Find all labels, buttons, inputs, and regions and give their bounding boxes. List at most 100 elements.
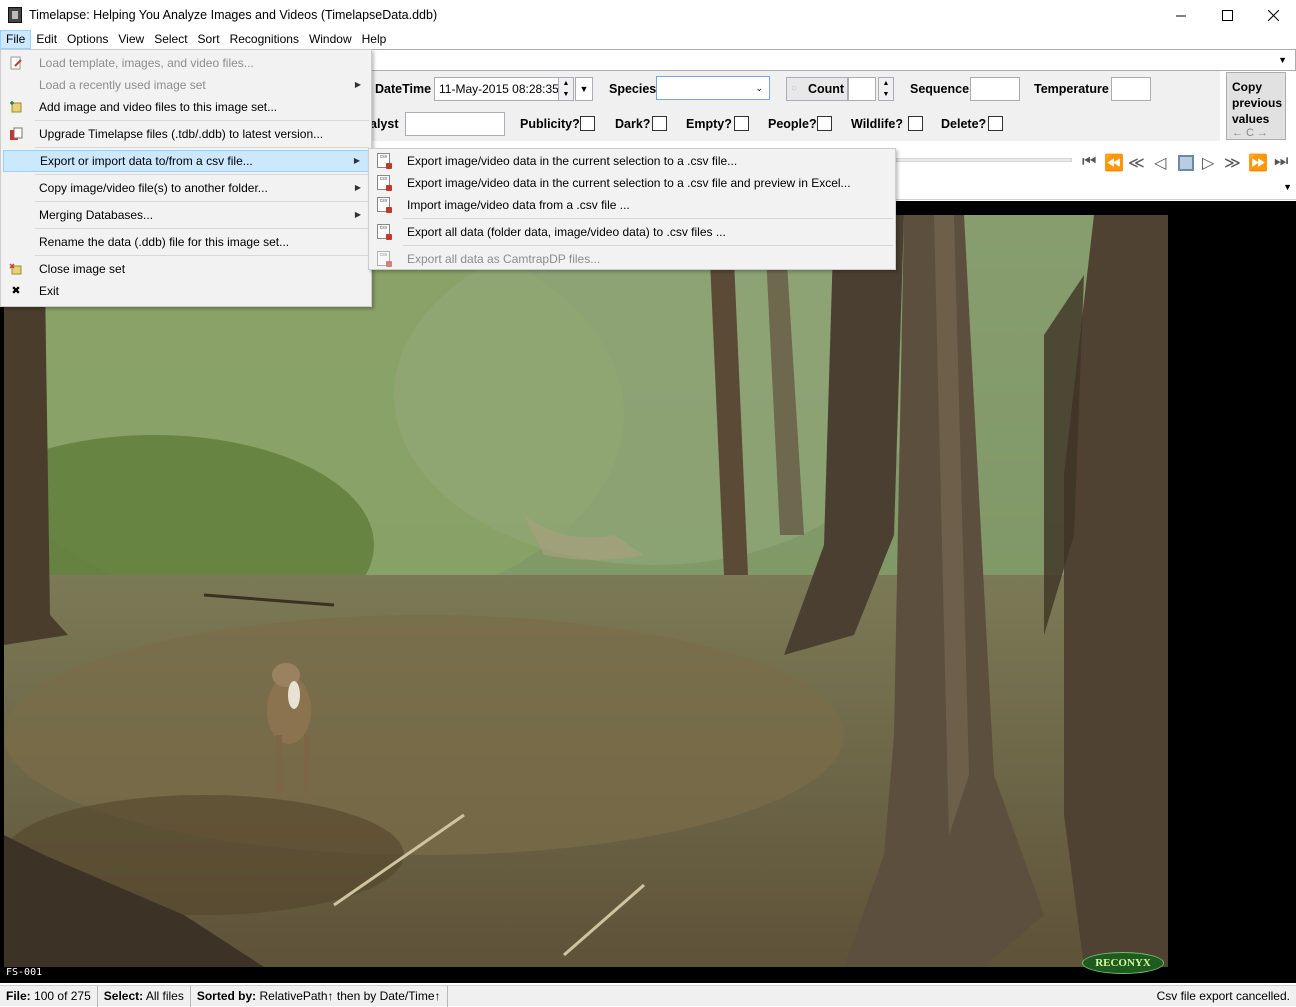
reconyx-logo: RECONYX [1082,952,1164,974]
close-set-icon [9,263,22,275]
page-back-icon[interactable]: ⏪ [1104,153,1124,173]
dark-checkbox[interactable] [652,116,667,131]
load-template-icon [10,56,22,70]
menu-window[interactable]: Window [304,30,357,49]
menu-sort[interactable]: Sort [193,30,225,49]
menu-item-label: Copy image/video file(s) to another fold… [39,181,268,195]
analyst-label: alyst [370,117,399,131]
file-index: 100 [34,988,55,1003]
menu-options[interactable]: Options [62,30,113,49]
sorted-label: Sorted by: [196,988,257,1003]
upgrade-icon [10,127,23,140]
menu-item-close-image-set[interactable]: Close image set [3,258,369,280]
menu-item-export-camtrapdp[interactable]: csv Export all data as CamtrapDP files..… [371,248,893,270]
submenu-arrow-icon: ▶ [354,210,361,219]
select-label: Select: [103,988,144,1003]
menu-item-export-import-csv[interactable]: Export or import data to/from a csv file… [3,150,369,172]
temperature-field[interactable] [1111,77,1151,101]
menu-separator [35,255,369,256]
menu-item-label: Exit [39,284,60,298]
file-slider[interactable] [896,158,1072,162]
csv-file-icon: csv [377,197,392,213]
menu-item-recent-image-set[interactable]: Load a recently used image set ▶ [3,74,369,96]
menu-edit[interactable]: Edit [31,30,62,49]
play-back-icon[interactable]: ◁ [1154,153,1166,173]
analyst-field[interactable] [405,112,505,136]
empty-checkbox[interactable] [734,116,749,131]
publicity-checkbox[interactable] [580,116,595,131]
menu-item-upgrade-files[interactable]: Upgrade Timelapse files (.tdb/.ddb) to l… [3,123,369,145]
controls-tab-strip: ▼ [370,49,1296,71]
chevron-down-icon[interactable]: ▼ [1278,55,1287,65]
minimize-icon [1175,15,1186,16]
close-button[interactable] [1250,0,1296,30]
menu-item-exit[interactable]: ✖ Exit [3,280,369,302]
copy-previous-values-button[interactable]: Copy previous values ← C → [1226,72,1286,140]
menu-separator [35,174,369,175]
image-viewer[interactable] [0,201,1296,983]
maximize-icon [1221,9,1233,21]
menu-item-merging-databases[interactable]: Merging Databases... ▶ [3,204,369,226]
menu-item-label: Export image/video data in the current s… [407,154,738,168]
file-total: 275 [70,988,91,1003]
menu-recognitions[interactable]: Recognitions [225,30,304,49]
menu-item-import-csv[interactable]: csv Import image/video data from a .csv … [371,194,893,216]
csv-file-icon: csv [377,251,392,267]
datetime-dropdown[interactable]: ▼ [575,77,593,101]
menu-item-label: Rename the data (.ddb) file for this ima… [39,235,290,249]
page-forward-icon[interactable]: ⏩ [1248,153,1268,173]
status-file-position: File: 100 of 275 [0,985,98,1007]
menu-item-label: Export all data (folder data, image/vide… [407,225,726,239]
delete-checkbox[interactable] [988,116,1003,131]
step-back-icon[interactable]: ≪ [1128,153,1145,173]
status-sort: Sorted by: RelativePath↑ then by Date/Ti… [191,985,448,1007]
people-checkbox[interactable] [817,116,832,131]
menu-item-label: Export or import data to/from a csv file… [40,154,253,168]
menu-item-export-selection-csv[interactable]: csv Export image/video data in the curre… [371,150,893,172]
species-field[interactable]: ⌄ [656,76,770,100]
select-value: All files [145,988,184,1003]
trail-camera-photo [4,215,1168,967]
first-file-icon[interactable]: ⏮ [1082,153,1096,171]
navigation-bar: ⏮ ⏪ ≪ ◁ ▷ ≫ ⏩ ⏭ [896,150,1296,176]
menu-item-add-files[interactable]: Add image and video files to this image … [3,96,369,118]
exit-icon: ✖ [11,285,21,297]
csv-file-icon: csv [377,175,392,191]
menu-separator [35,228,369,229]
dark-label: Dark? [615,117,651,131]
datetime-spinner[interactable]: ▲ ▼ [558,77,574,101]
minimize-button[interactable] [1158,0,1204,30]
menu-item-label: Import image/video data from a .csv file… [407,198,630,212]
wildlife-label: Wildlife? [851,117,903,131]
stop-icon[interactable] [1178,155,1194,171]
menu-view[interactable]: View [113,30,149,49]
menu-item-rename-ddb[interactable]: Rename the data (.ddb) file for this ima… [3,231,369,253]
play-forward-icon[interactable]: ▷ [1202,153,1214,173]
datetime-field[interactable]: 11-May-2015 08:28:35 [434,77,562,101]
menu-item-copy-files[interactable]: Copy image/video file(s) to another fold… [3,177,369,199]
wildlife-checkbox[interactable] [908,116,923,131]
window-title: Timelapse: Helping You Analyze Images an… [29,8,438,22]
image-tab-strip: ▼ [896,178,1296,200]
step-forward-icon[interactable]: ≫ [1224,153,1241,173]
chevron-down-icon[interactable]: ▼ [1283,182,1292,192]
menu-item-export-all-csv[interactable]: csv Export all data (folder data, image/… [371,221,893,243]
menu-select[interactable]: Select [149,30,192,49]
menu-file[interactable]: File [0,30,32,49]
sequence-field[interactable] [970,77,1020,101]
csv-file-icon: csv [377,224,392,240]
count-spinner[interactable]: ▲ ▼ [878,77,894,101]
menu-item-load-template[interactable]: Load template, images, and video files..… [3,52,369,74]
add-files-icon [10,101,22,113]
maximize-button[interactable] [1204,0,1250,30]
count-field[interactable] [848,77,876,101]
last-file-icon[interactable]: ⏭ [1274,153,1288,171]
of-text: of [57,988,68,1003]
count-button-box[interactable]: ○ Count [786,77,848,101]
publicity-label: Publicity? [520,117,580,131]
menu-help[interactable]: Help [357,30,392,49]
menu-item-export-selection-csv-excel[interactable]: csv Export image/video data in the curre… [371,172,893,194]
menu-separator [35,201,369,202]
submenu-arrow-icon: ▶ [354,183,361,192]
empty-label: Empty? [686,117,732,131]
